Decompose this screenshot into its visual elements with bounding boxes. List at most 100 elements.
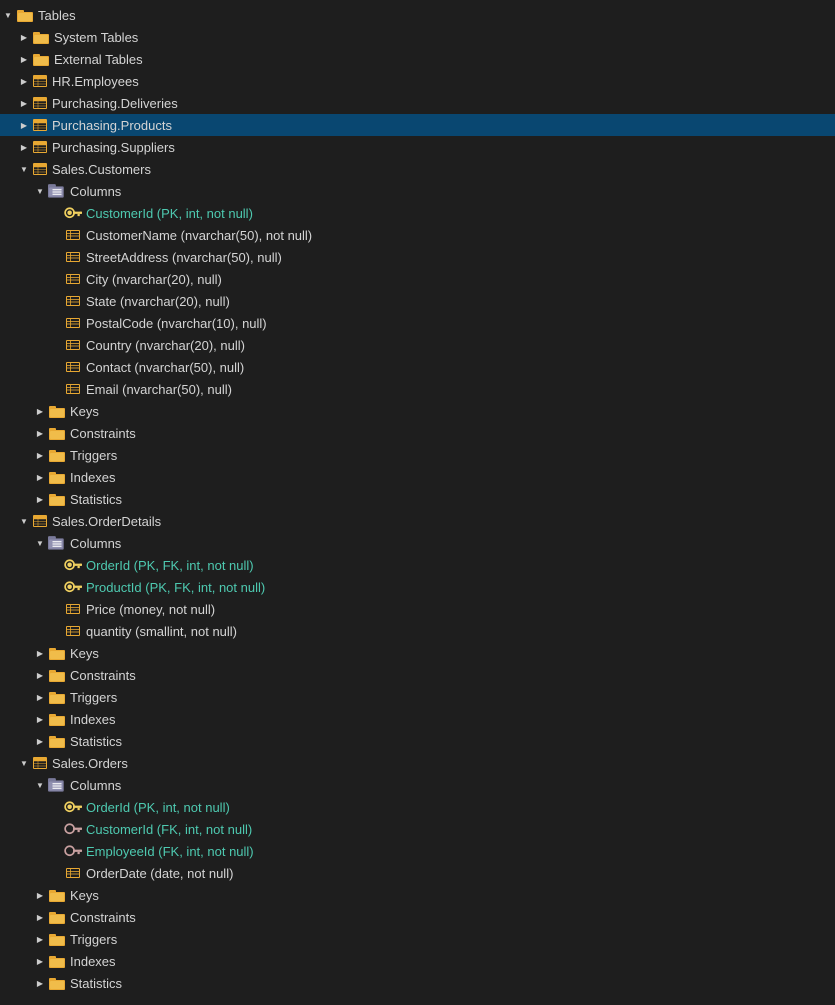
toggle-collapse[interactable]: ▼ [0, 11, 16, 20]
toggle-expand[interactable]: ▶ [32, 913, 48, 922]
toggle-collapse[interactable]: ▼ [32, 781, 48, 790]
column-icon [64, 622, 82, 640]
tree-item-purchasing-deliveries[interactable]: ▶ Purchasing.Deliveries [0, 92, 835, 114]
toggle-collapse[interactable]: ▼ [16, 759, 32, 768]
toggle-collapse[interactable]: ▼ [16, 165, 32, 174]
tree-item-col-state[interactable]: State (nvarchar(20), null) [0, 290, 835, 312]
tree-item-label: Triggers [70, 932, 117, 947]
tree-item-system-tables[interactable]: ▶ System Tables [0, 26, 835, 48]
tree-item-external-tables[interactable]: ▶ External Tables [0, 48, 835, 70]
toggle-expand[interactable]: ▶ [16, 55, 32, 64]
tree-item-label: Contact (nvarchar(50), null) [86, 360, 244, 375]
tree-item-sales-orderdetails-columns[interactable]: ▼ Columns [0, 532, 835, 554]
tree-item-label: Columns [70, 184, 121, 199]
tree-item-col-contact[interactable]: Contact (nvarchar(50), null) [0, 356, 835, 378]
toggle-collapse[interactable]: ▼ [32, 187, 48, 196]
tree-item-col-orderdate-o[interactable]: OrderDate (date, not null) [0, 862, 835, 884]
folder-icon [48, 952, 66, 970]
tree-item-label: CustomerId (FK, int, not null) [86, 822, 252, 837]
tree-item-label: StreetAddress (nvarchar(50), null) [86, 250, 282, 265]
tree-item-col-customerid-o[interactable]: CustomerId (FK, int, not null) [0, 818, 835, 840]
toggle-expand[interactable]: ▶ [32, 935, 48, 944]
toggle-expand[interactable]: ▶ [16, 121, 32, 130]
toggle-expand[interactable]: ▶ [32, 473, 48, 482]
tree-item-col-customerid[interactable]: CustomerId (PK, int, not null) [0, 202, 835, 224]
tree-item-sales-orders-statistics[interactable]: ▶ Statistics [0, 972, 835, 994]
toggle-expand[interactable]: ▶ [32, 495, 48, 504]
toggle-expand[interactable]: ▶ [32, 979, 48, 988]
toggle-expand[interactable]: ▶ [32, 693, 48, 702]
tree-item-sales-orders-constraints[interactable]: ▶ Constraints [0, 906, 835, 928]
folder-icon [48, 402, 66, 420]
table-icon [32, 74, 48, 88]
tree-item-label: Country (nvarchar(20), null) [86, 338, 245, 353]
toggle-expand[interactable]: ▶ [32, 671, 48, 680]
tree-item-sales-customers-triggers[interactable]: ▶ Triggers [0, 444, 835, 466]
toggle-expand[interactable]: ▶ [32, 737, 48, 746]
pk-icon [64, 204, 82, 222]
folder-icon [48, 688, 66, 706]
toggle-collapse[interactable]: ▼ [16, 517, 32, 526]
toggle-expand[interactable]: ▶ [32, 957, 48, 966]
tree-item-col-postalcode[interactable]: PostalCode (nvarchar(10), null) [0, 312, 835, 334]
tree-item-col-orderid-o[interactable]: OrderId (PK, int, not null) [0, 796, 835, 818]
tree-item-sales-orders-triggers[interactable]: ▶ Triggers [0, 928, 835, 950]
column-icon [64, 336, 82, 354]
tree-item-col-streetaddress[interactable]: StreetAddress (nvarchar(50), null) [0, 246, 835, 268]
toggle-expand[interactable]: ▶ [32, 451, 48, 460]
toggle-expand[interactable]: ▶ [32, 891, 48, 900]
tree-item-col-customername[interactable]: CustomerName (nvarchar(50), not null) [0, 224, 835, 246]
tree-item-hr-employees[interactable]: ▶ HR.Employees [0, 70, 835, 92]
toggle-expand[interactable]: ▶ [32, 715, 48, 724]
tree-item-col-country[interactable]: Country (nvarchar(20), null) [0, 334, 835, 356]
tree-item-label: Statistics [70, 492, 122, 507]
tree-item-sales-customers[interactable]: ▼ Sales.Customers [0, 158, 835, 180]
tree-item-purchasing-suppliers[interactable]: ▶ Purchasing.Suppliers [0, 136, 835, 158]
tree-item-sales-orderdetails[interactable]: ▼ Sales.OrderDetails [0, 510, 835, 532]
toggle-collapse[interactable]: ▼ [32, 539, 48, 548]
tree-item-sales-customers-columns[interactable]: ▼ Columns [0, 180, 835, 202]
tree-item-label: Constraints [70, 426, 136, 441]
toggle-expand[interactable]: ▶ [16, 143, 32, 152]
tree-item-sales-orders-keys[interactable]: ▶ Keys [0, 884, 835, 906]
toggle-expand[interactable]: ▶ [32, 649, 48, 658]
folder-icon [48, 446, 66, 464]
tree-item-label: ProductId (PK, FK, int, not null) [86, 580, 265, 595]
toggle-expand[interactable]: ▶ [32, 429, 48, 438]
tree-item-sales-orders[interactable]: ▼ Sales.Orders [0, 752, 835, 774]
tree-item-tables[interactable]: ▼ Tables [0, 4, 835, 26]
tree-item-sales-customers-keys[interactable]: ▶ Keys [0, 400, 835, 422]
tree-item-purchasing-products[interactable]: ▶ Purchasing.Products [0, 114, 835, 136]
tree-item-col-productid-od[interactable]: ProductId (PK, FK, int, not null) [0, 576, 835, 598]
tree-item-sales-customers-constraints[interactable]: ▶ Constraints [0, 422, 835, 444]
tree-item-sales-orders-indexes[interactable]: ▶ Indexes [0, 950, 835, 972]
column-icon [64, 292, 82, 310]
columns-folder-icon [48, 534, 66, 552]
tree-item-sales-orders-columns[interactable]: ▼ Columns [0, 774, 835, 796]
toggle-expand[interactable]: ▶ [16, 33, 32, 42]
tree-item-sales-orderdetails-keys[interactable]: ▶ Keys [0, 642, 835, 664]
tree-item-label: OrderId (PK, FK, int, not null) [86, 558, 254, 573]
tree-item-label: Indexes [70, 712, 116, 727]
tree-item-sales-customers-indexes[interactable]: ▶ Indexes [0, 466, 835, 488]
tree-item-sales-orderdetails-indexes[interactable]: ▶ Indexes [0, 708, 835, 730]
tree-item-col-city[interactable]: City (nvarchar(20), null) [0, 268, 835, 290]
tree-item-col-quantity-od[interactable]: quantity (smallint, not null) [0, 620, 835, 642]
columns-folder-icon [48, 776, 66, 794]
toggle-expand[interactable]: ▶ [16, 77, 32, 86]
tree-item-col-email[interactable]: Email (nvarchar(50), null) [0, 378, 835, 400]
column-icon [64, 864, 82, 882]
tree-item-sales-orderdetails-constraints[interactable]: ▶ Constraints [0, 664, 835, 686]
table-icon [32, 514, 48, 528]
tree-item-label: Constraints [70, 910, 136, 925]
tree-item-sales-orderdetails-triggers[interactable]: ▶ Triggers [0, 686, 835, 708]
tree-item-sales-orderdetails-statistics[interactable]: ▶ Statistics [0, 730, 835, 752]
tree-item-col-orderid-od[interactable]: OrderId (PK, FK, int, not null) [0, 554, 835, 576]
column-icon [64, 358, 82, 376]
table-icon [32, 118, 48, 132]
toggle-expand[interactable]: ▶ [32, 407, 48, 416]
tree-item-sales-customers-statistics[interactable]: ▶ Statistics [0, 488, 835, 510]
tree-item-col-price-od[interactable]: Price (money, not null) [0, 598, 835, 620]
tree-item-col-employeeid-o[interactable]: EmployeeId (FK, int, not null) [0, 840, 835, 862]
toggle-expand[interactable]: ▶ [16, 99, 32, 108]
